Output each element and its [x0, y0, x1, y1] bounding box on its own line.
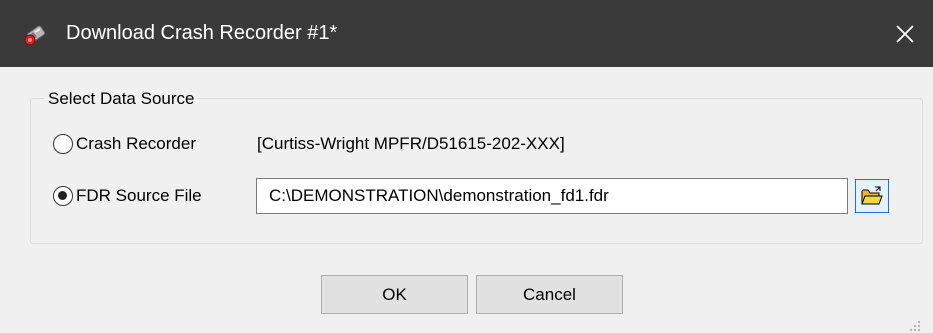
window-title: Download Crash Recorder #1*	[66, 22, 338, 44]
dialog-client-area: Select Data Source Crash Recorder [Curti…	[10, 67, 923, 333]
crash-recorder-device: [Curtiss-Wright MPFR/D51615-202-XXX]	[257, 134, 565, 153]
crash-recorder-app-icon	[22, 20, 50, 48]
resize-grip[interactable]	[909, 319, 921, 331]
browse-file-button[interactable]	[855, 179, 889, 213]
groupbox-legend: Select Data Source	[44, 88, 199, 110]
fdr-source-file-label[interactable]: FDR Source File	[76, 185, 202, 207]
title-bar[interactable]: Download Crash Recorder #1*	[0, 0, 933, 67]
close-button[interactable]	[877, 0, 933, 67]
data-source-groupbox	[30, 98, 923, 244]
ok-button[interactable]: OK	[321, 275, 468, 314]
crash-recorder-label[interactable]: Crash Recorder	[76, 133, 196, 155]
crash-recorder-option[interactable]: Crash Recorder	[53, 133, 196, 155]
fdr-source-file-option[interactable]: FDR Source File	[53, 185, 202, 207]
cancel-button[interactable]: Cancel	[476, 275, 623, 314]
fdr-source-file-radio[interactable]	[53, 186, 73, 206]
open-folder-icon	[861, 186, 883, 205]
fdr-file-path-input[interactable]	[256, 178, 848, 214]
crash-recorder-radio[interactable]	[53, 134, 73, 154]
close-icon	[896, 24, 914, 43]
download-crash-recorder-dialog: Download Crash Recorder #1* Select Data …	[0, 0, 933, 333]
